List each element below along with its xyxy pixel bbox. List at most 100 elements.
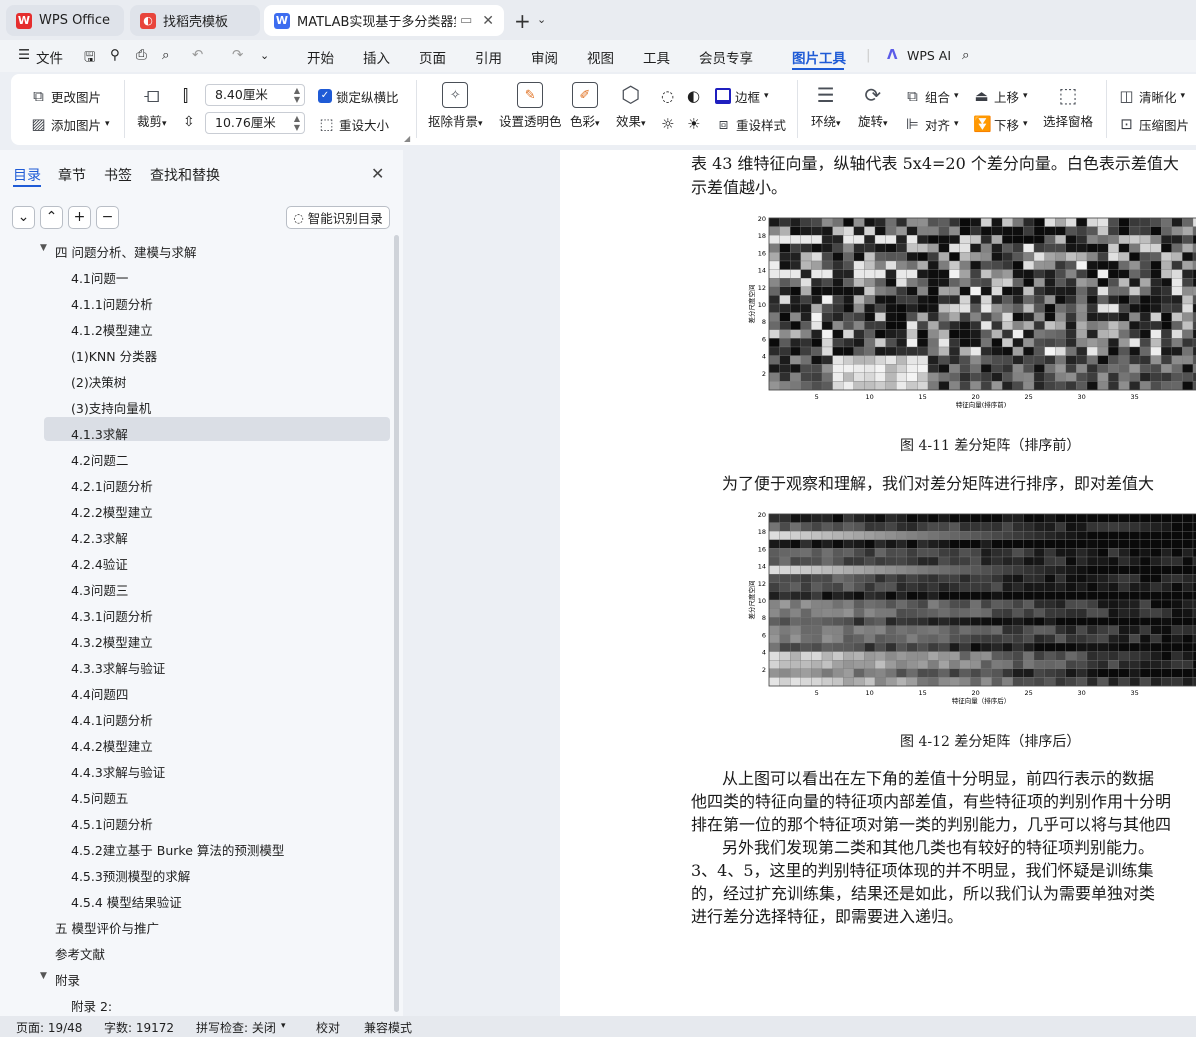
rotate-button[interactable]: ⟳ 旋转▾ (858, 82, 888, 130)
smart-toc-button[interactable]: ◌ 智能识别目录 (286, 206, 390, 229)
save-icon[interactable]: 🖫 (84, 47, 96, 70)
toc-item[interactable]: 4.2.4验证 (71, 554, 128, 573)
toc-item[interactable]: 4.4.2模型建立 (71, 736, 153, 755)
nav-tab-bookmarks[interactable]: 书签 (104, 165, 132, 185)
toc-item[interactable]: 4.2.1问题分析 (71, 476, 153, 495)
word-count[interactable]: 字数: 19172 (104, 1019, 174, 1036)
border-button[interactable]: 边框 ▾ (715, 85, 769, 107)
reset-size-button[interactable]: ⬚ 重设大小 (318, 113, 389, 135)
toc-item[interactable]: 4.1.3求解 (71, 424, 128, 443)
dialog-launcher-icon[interactable]: ◢ (404, 134, 410, 143)
lock-ratio-checkbox[interactable]: ✓ 锁定纵横比 (318, 85, 399, 107)
toc-item[interactable]: 4.5.1问题分析 (71, 814, 153, 833)
document-page[interactable]: 表 43 维特征向量，纵轴代表 5x4=20 个差分向量。白色表示差值大 示差值… (560, 150, 1196, 1016)
compress-picture-button[interactable]: ⊡ 压缩图片 (1118, 113, 1189, 135)
toc-item[interactable]: 4.1.1问题分析 (71, 294, 153, 313)
group-button[interactable]: ⧉ 组合 ▾ (904, 85, 958, 107)
menu-view[interactable]: 视图 (587, 47, 614, 67)
toc-item[interactable]: 参考文献 (55, 944, 105, 963)
menu-member[interactable]: 会员专享 (699, 47, 753, 67)
toc-item[interactable]: 4.5.3预测模型的求解 (71, 866, 190, 885)
toc-item[interactable]: 4.3.3求解与验证 (71, 658, 165, 677)
nav-tab-toc[interactable]: 目录 (13, 165, 41, 185)
close-tab-icon[interactable]: ✕ (482, 13, 494, 29)
undo-icon[interactable]: ↶ (192, 47, 203, 63)
tab-list-chevron-icon[interactable]: ⌄ (537, 13, 546, 26)
collapse-up-button[interactable]: ⌃ (40, 206, 63, 229)
toc-item[interactable]: (2)决策树 (71, 372, 126, 391)
spin-arrows-icon[interactable]: ▲ ▼ (294, 86, 300, 104)
toc-item[interactable]: (3)支持向量机 (71, 398, 151, 417)
height-input[interactable]: 10.76厘米 ▲ ▼ (205, 112, 305, 134)
nav-tab-find-replace[interactable]: 查找和替换 (150, 165, 220, 185)
toc-item[interactable]: 4.4.3求解与验证 (71, 762, 165, 781)
selection-pane-button[interactable]: ⬚ 选择窗格 (1043, 82, 1093, 130)
more-chevron-icon[interactable]: ⌄ (260, 49, 269, 62)
tab-docer-templates[interactable]: ◐ 找稻壳模板 (130, 5, 260, 36)
toc-scrollbar[interactable] (394, 235, 399, 1012)
menu-tools[interactable]: 工具 (643, 47, 670, 67)
toc-item[interactable]: (1)KNN 分类器 (71, 346, 157, 365)
expand-down-button[interactable]: ⌄ (12, 206, 35, 229)
toc-item[interactable]: 4.4.1问题分析 (71, 710, 153, 729)
toc-item[interactable]: 4.2.3求解 (71, 528, 128, 547)
effects-button[interactable]: ⬡ 效果▾ (616, 82, 646, 130)
print-icon[interactable]: ⎙ (136, 47, 147, 63)
toc-item[interactable]: 4.2问题二 (71, 450, 128, 469)
toc-item[interactable]: 4.3.2模型建立 (71, 632, 153, 651)
toc-item[interactable]: 4.5.4 模型结果验证 (71, 892, 182, 911)
menu-file[interactable]: 文件 (36, 47, 63, 67)
toc-item[interactable]: 四 问题分析、建模与求解 (55, 242, 196, 261)
sharpen-button[interactable]: ◫ 清晰化 ▾ (1118, 85, 1185, 107)
redo-icon[interactable]: ↷ (232, 47, 243, 63)
spell-check[interactable]: 拼写检查: 关闭 (196, 1019, 276, 1036)
bring-forward-button[interactable]: ⏏ 上移 ▾ (973, 85, 1027, 107)
brightness-up-icon[interactable]: ☼ (661, 115, 674, 133)
tab-wps-office[interactable]: W WPS Office (6, 5, 124, 36)
reset-style-button[interactable]: ⧈ 重设样式 (715, 113, 786, 135)
menu-review[interactable]: 审阅 (531, 47, 558, 67)
brightness-down-icon[interactable]: ☀ (687, 115, 700, 133)
brightness-icon[interactable]: ◌ (661, 87, 674, 105)
width-input[interactable]: 8.40厘米 ▲ ▼ (205, 84, 305, 106)
menu-home[interactable]: 开始 (307, 47, 334, 67)
contrast-icon[interactable]: ◐ (687, 87, 700, 105)
menu-references[interactable]: 引用 (475, 47, 502, 67)
menu-insert[interactable]: 插入 (363, 47, 390, 67)
toc-item[interactable]: 4.3问题三 (71, 580, 128, 599)
expand-arrow-icon[interactable]: ▼ (40, 971, 47, 981)
proofread-button[interactable]: 校对 (316, 1019, 340, 1036)
menu-wps-ai[interactable]: WPS AI (907, 48, 951, 63)
search-icon[interactable]: ⌕ (962, 47, 970, 63)
hamburger-icon[interactable]: ☰ (18, 47, 30, 63)
set-transparent-button[interactable]: ✎ 设置透明色 (499, 82, 562, 130)
print-preview-icon[interactable]: ⌕ (162, 47, 170, 63)
tab-document[interactable]: W MATLAB实现基于多分类器集 ▭ ✕ (264, 5, 504, 36)
spin-arrows-icon[interactable]: ▲ ▼ (294, 114, 300, 132)
chevron-down-icon[interactable]: ▾ (281, 1021, 286, 1031)
toc-item[interactable]: 五 模型评价与推广 (55, 918, 159, 937)
figure-diff-matrix-unsorted[interactable]: 20181614121086425 10 15 20 25 30 35特征向量(排序前)差分… (745, 212, 1196, 412)
menu-page[interactable]: 页面 (419, 47, 446, 67)
toc-item[interactable]: 4.5.2建立基于 Burke 算法的预测模型 (71, 840, 284, 859)
change-picture-button[interactable]: ⧉ 更改图片 (30, 85, 101, 107)
crop-button[interactable]: ⟤ 裁剪▾ (137, 82, 167, 130)
remove-toc-item-button[interactable]: − (96, 206, 119, 229)
nav-tab-sections[interactable]: 章节 (58, 165, 86, 185)
figure-diff-matrix-sorted[interactable]: 20181614121086425 10 15 20 25 30 35特征向量（排序后）差分… (745, 508, 1196, 708)
add-picture-button[interactable]: ▨ 添加图片 ▾ (30, 113, 109, 135)
new-tab-button[interactable]: + (514, 9, 531, 33)
wrap-button[interactable]: ☰ 环绕▾ (811, 82, 841, 130)
add-toc-item-button[interactable]: + (68, 206, 91, 229)
toc-item[interactable]: 4.3.1问题分析 (71, 606, 153, 625)
remove-background-button[interactable]: ✧ 抠除背景▾ (428, 82, 483, 130)
close-icon[interactable]: ✕ (371, 164, 384, 183)
toc-item[interactable]: 4.4问题四 (71, 684, 128, 703)
toc-item[interactable]: 4.5问题五 (71, 788, 128, 807)
toc-item[interactable]: 附录 (55, 970, 80, 989)
toc-item[interactable]: 4.1问题一 (71, 268, 128, 287)
send-backward-button[interactable]: ⏬ 下移 ▾ (973, 113, 1028, 135)
toc-item[interactable]: 4.2.2模型建立 (71, 502, 153, 521)
toc-item[interactable]: 附录 2: (71, 996, 112, 1015)
align-button[interactable]: ⊫ 对齐 ▾ (904, 113, 959, 135)
